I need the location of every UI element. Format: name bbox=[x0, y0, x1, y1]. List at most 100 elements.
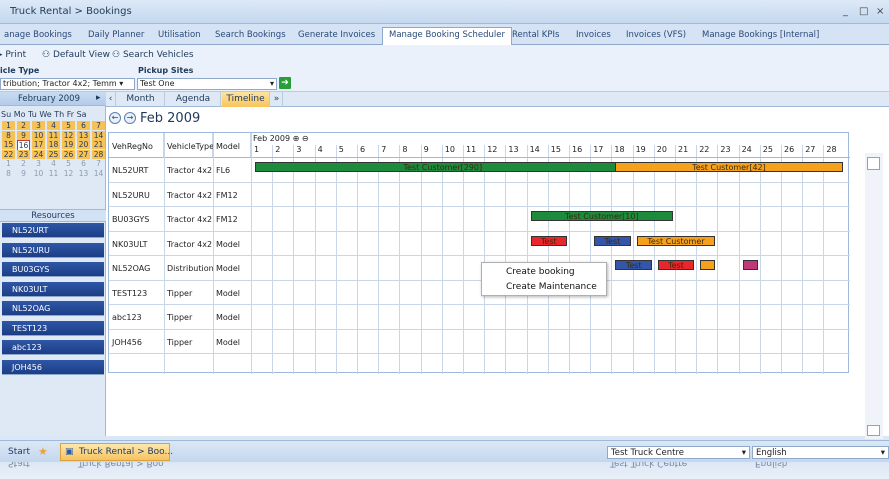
tab-agenda[interactable]: Agenda bbox=[166, 92, 221, 107]
resource-item[interactable]: TEST123 bbox=[2, 320, 104, 336]
centre-select[interactable]: Test Truck Centre ▾ bbox=[607, 446, 750, 459]
close-icon[interactable]: × bbox=[876, 6, 884, 17]
tab-9[interactable]: Manage Bookings [Internal] bbox=[696, 28, 825, 45]
booking-bar[interactable] bbox=[742, 260, 758, 270]
calendar-day[interactable]: 2 bbox=[17, 121, 30, 130]
calendar-day[interactable]: 26 bbox=[62, 149, 75, 159]
booking-bar[interactable]: Test bbox=[594, 235, 631, 246]
calendar-day[interactable]: 6 bbox=[77, 159, 90, 168]
calendar-day[interactable]: 21 bbox=[92, 140, 105, 149]
calendar-day[interactable]: 11 bbox=[47, 169, 60, 178]
calendar-day[interactable]: 24 bbox=[32, 149, 45, 159]
tab-5[interactable]: Manage Booking Scheduler bbox=[382, 27, 513, 46]
calendar-day[interactable]: 13 bbox=[77, 169, 90, 178]
calendar-day[interactable]: 8 bbox=[2, 130, 15, 140]
calendar-day[interactable]: 13 bbox=[77, 130, 90, 140]
tab-3[interactable]: Search Bookings bbox=[209, 28, 292, 45]
chevron-right-icon[interactable]: ▸ bbox=[96, 93, 101, 103]
calendar-day[interactable]: 28 bbox=[92, 149, 105, 159]
minimize-icon[interactable]: _ bbox=[843, 6, 848, 17]
calendar-day[interactable]: 7 bbox=[92, 121, 105, 130]
calendar-day[interactable]: 4 bbox=[47, 121, 60, 130]
booking-bar[interactable]: Test bbox=[615, 260, 652, 270]
scroll-thumb[interactable] bbox=[867, 157, 880, 170]
resource-item[interactable]: abc123 bbox=[2, 340, 104, 355]
calendar-day[interactable]: 10 bbox=[32, 130, 45, 140]
default-view-button[interactable]: ⚇ Default View bbox=[42, 50, 110, 60]
calendar-day[interactable]: 6 bbox=[77, 121, 90, 130]
resource-item[interactable]: BU03GYS bbox=[2, 262, 104, 277]
booking-bar[interactable]: Test bbox=[657, 260, 695, 270]
calendar-day[interactable]: 8 bbox=[2, 169, 15, 178]
search-vehicles-button[interactable]: ⚇ Search Vehicles bbox=[112, 50, 194, 60]
booking-bar[interactable]: Test bbox=[530, 235, 567, 246]
calendar-day[interactable]: 14 bbox=[92, 130, 105, 140]
calendar-day[interactable]: 1 bbox=[2, 159, 15, 168]
calendar-day[interactable]: 7 bbox=[92, 159, 105, 168]
calendar-day[interactable]: 1 bbox=[2, 121, 15, 130]
vehicle-type: Tipper bbox=[167, 288, 193, 298]
resource-item[interactable]: NL52URU bbox=[2, 242, 104, 258]
calendar-day[interactable]: 3 bbox=[32, 159, 45, 168]
star-icon[interactable]: ★ bbox=[38, 445, 48, 458]
scroll-thumb-bottom[interactable] bbox=[867, 425, 880, 436]
calendar-day[interactable]: 15 bbox=[2, 140, 15, 149]
tab-7[interactable]: Invoices bbox=[570, 28, 617, 45]
booking-bar[interactable]: Test Customer bbox=[636, 235, 716, 246]
chevron-double-icon[interactable]: » bbox=[271, 92, 283, 107]
resource-item[interactable]: NL52OAG bbox=[2, 301, 104, 316]
task-button[interactable]: ▣ Truck Rental > Boo... bbox=[60, 443, 173, 461]
maximize-icon[interactable]: □ bbox=[859, 6, 868, 17]
tab-1[interactable]: Daily Planner bbox=[82, 28, 150, 45]
tab-6[interactable]: Rental KPIs bbox=[506, 28, 565, 45]
resource-item[interactable]: NK03ULT bbox=[2, 281, 104, 297]
calendar-day[interactable]: 18 bbox=[47, 140, 60, 149]
booking-bar[interactable] bbox=[700, 260, 716, 270]
calendar-day[interactable]: 5 bbox=[62, 121, 75, 130]
create-booking-item[interactable]: Create booking bbox=[506, 267, 575, 277]
resources-title: Resources bbox=[0, 209, 106, 222]
calendar-day[interactable]: 3 bbox=[32, 121, 45, 130]
calendar-day[interactable]: 9 bbox=[17, 130, 30, 140]
start-button[interactable]: Start bbox=[8, 447, 30, 457]
vehicle-type-select[interactable]: tribution; Tractor 4x2; Temm ▾ bbox=[0, 78, 135, 90]
chevron-left-icon[interactable]: ‹ bbox=[106, 92, 116, 107]
go-button[interactable]: ➔ bbox=[279, 77, 291, 89]
next-arrow-icon[interactable]: → bbox=[124, 112, 136, 124]
language-select[interactable]: English ▾ bbox=[752, 446, 889, 459]
calendar-day[interactable]: 2 bbox=[17, 159, 30, 168]
tab-month[interactable]: Month bbox=[117, 92, 165, 107]
calendar-day[interactable]: 17 bbox=[32, 140, 45, 149]
binoculars-icon: ⚇ bbox=[42, 50, 53, 60]
pickup-sites-select[interactable]: Test One ▾ bbox=[137, 78, 277, 90]
vertical-scrollbar[interactable] bbox=[865, 153, 883, 439]
calendar-day[interactable]: 9 bbox=[17, 169, 30, 178]
print-button[interactable]: ▸ Print bbox=[0, 50, 26, 60]
calendar-day[interactable]: 12 bbox=[62, 169, 75, 178]
calendar-day[interactable]: 20 bbox=[77, 140, 90, 149]
calendar-day[interactable]: 5 bbox=[62, 159, 75, 168]
calendar-day[interactable]: 11 bbox=[47, 130, 60, 140]
tab-8[interactable]: Invoices (VFS) bbox=[620, 28, 692, 45]
calendar-day[interactable]: 27 bbox=[77, 149, 90, 159]
calendar-day[interactable]: 23 bbox=[17, 149, 30, 159]
create-maintenance-item[interactable]: Create Maintenance bbox=[506, 282, 597, 292]
resource-item[interactable]: JOH456 bbox=[2, 359, 104, 375]
booking-bar[interactable]: Test Customer[42] bbox=[615, 162, 843, 172]
booking-bar[interactable]: Test Customer[10] bbox=[530, 211, 673, 221]
calendar-day[interactable]: 22 bbox=[2, 149, 15, 159]
booking-bar[interactable]: Test Customer[290] bbox=[255, 162, 631, 172]
tab-timeline[interactable]: Timeline bbox=[222, 92, 270, 107]
prev-arrow-icon[interactable]: ← bbox=[109, 112, 121, 124]
tab-2[interactable]: Utilisation bbox=[152, 28, 207, 45]
tab-4[interactable]: Generate Invoices bbox=[292, 28, 381, 45]
resource-item[interactable]: NL52URT bbox=[2, 223, 104, 238]
calendar-day[interactable]: 10 bbox=[32, 169, 45, 178]
calendar-day[interactable]: 25 bbox=[47, 149, 60, 159]
tab-0[interactable]: anage Bookings bbox=[0, 28, 78, 45]
calendar-day[interactable]: 14 bbox=[92, 169, 105, 178]
calendar-day[interactable]: 12 bbox=[62, 130, 75, 140]
row-divider bbox=[109, 255, 850, 256]
calendar-day[interactable]: 4 bbox=[47, 159, 60, 168]
calendar-day[interactable]: 19 bbox=[62, 140, 75, 149]
